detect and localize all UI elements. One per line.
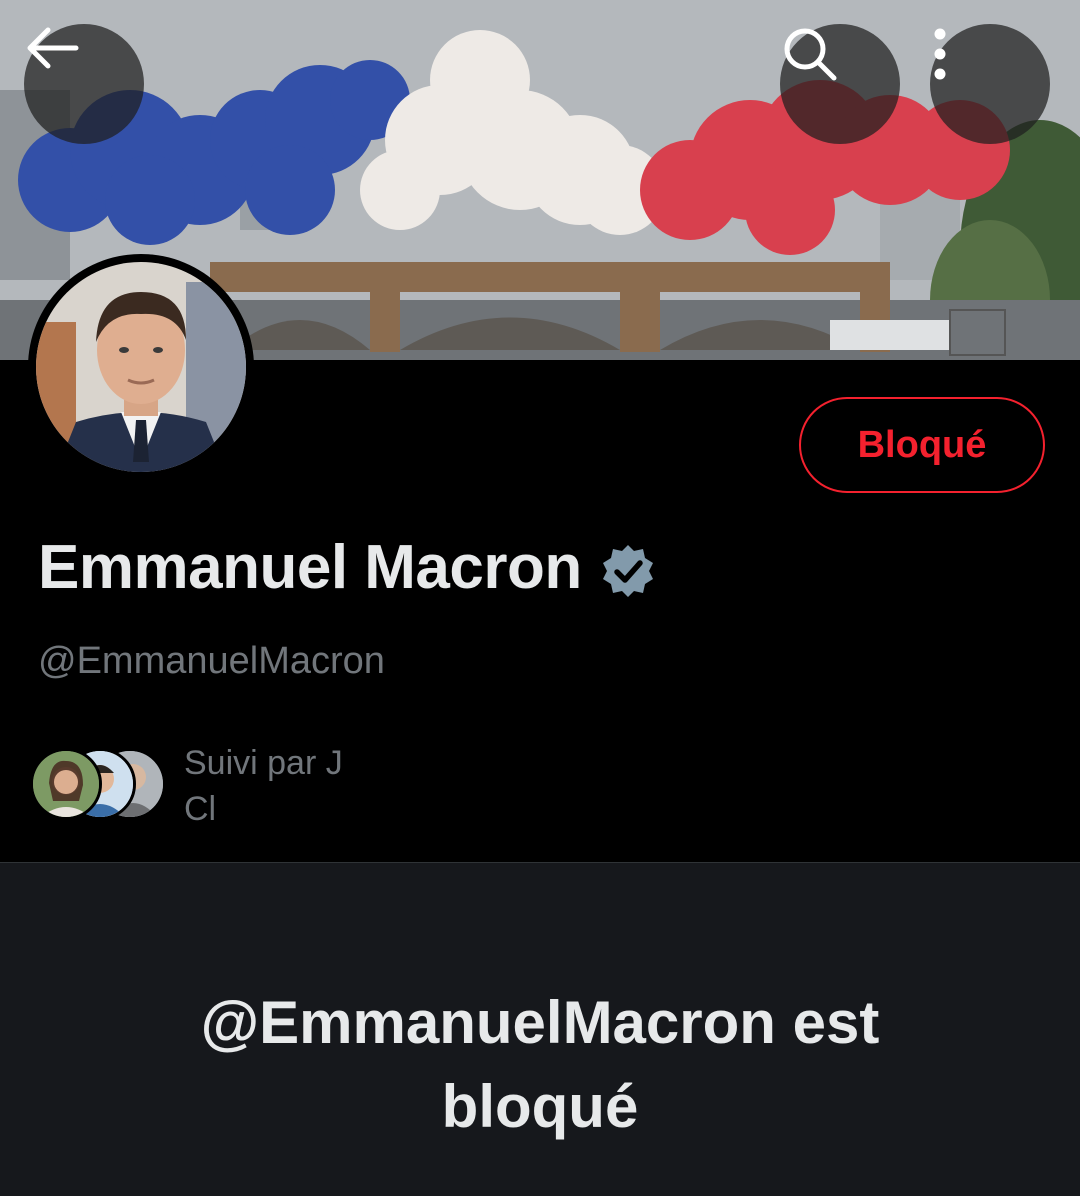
blocked-notice-section: @EmmanuelMacron est bloqué: [0, 862, 1080, 1196]
search-button[interactable]: [780, 24, 900, 144]
arrow-left-icon: [27, 27, 79, 69]
verified-badge-icon: [602, 544, 653, 597]
profile-handle: @EmmanuelMacron: [38, 640, 385, 682]
search-icon: [784, 28, 837, 81]
blocked-button[interactable]: Bloqué: [799, 397, 1045, 493]
more-vertical-icon: [934, 28, 946, 80]
follower-avatar: [30, 748, 102, 820]
display-name-row: Emmanuel Macron: [38, 532, 656, 603]
avatar-photo: [36, 262, 246, 472]
blocked-notice-message: @EmmanuelMacron est bloqué: [200, 989, 880, 1140]
back-button[interactable]: [24, 24, 144, 144]
followed-by-line2: Cl: [184, 790, 217, 828]
followed-by-line1: Suivi par J: [184, 744, 343, 782]
more-options-button[interactable]: [930, 24, 1050, 144]
display-name: Emmanuel Macron: [38, 533, 582, 602]
followed-by-avatars[interactable]: [30, 748, 170, 822]
followed-by-text[interactable]: Suivi par J Cl: [184, 740, 984, 832]
profile-avatar[interactable]: [28, 254, 254, 480]
